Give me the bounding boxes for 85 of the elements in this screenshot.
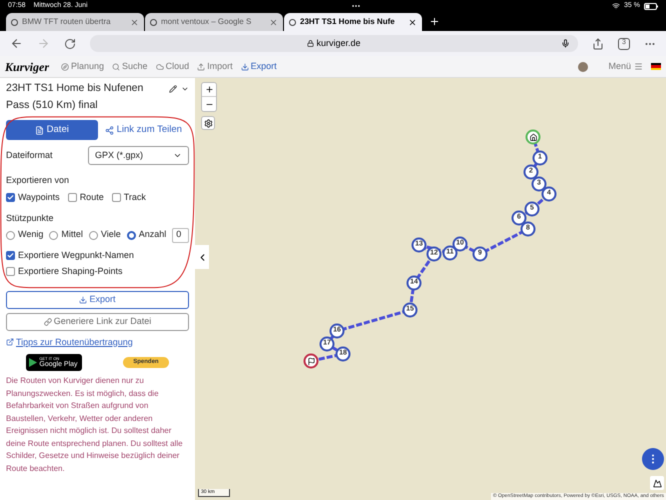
- nav-link[interactable]: Import: [197, 60, 233, 74]
- checkbox-label: Exportiere Wegpunkt-Namen: [18, 248, 134, 262]
- checkbox-label: Waypoints: [18, 190, 60, 204]
- avatar[interactable]: [578, 62, 588, 72]
- flag-icon: [307, 357, 315, 365]
- format-select[interactable]: GPX (*.gpx): [88, 146, 189, 165]
- radio-label: Anzahl: [138, 228, 166, 242]
- chevron-down-icon: [173, 151, 182, 160]
- file-icon: [34, 126, 44, 134]
- lock-icon: [307, 40, 314, 47]
- tab-title: BMW TFT routen übertra: [22, 16, 112, 28]
- fab-menu-button[interactable]: [642, 448, 664, 470]
- section-label: Exportieren von: [6, 174, 70, 187]
- back-icon[interactable]: [10, 37, 23, 50]
- checkbox[interactable]: [6, 250, 15, 260]
- radio-label: Wenig: [18, 228, 44, 242]
- share-icon[interactable]: [592, 38, 604, 50]
- link-icon: [44, 318, 52, 326]
- radio-button[interactable]: [88, 230, 98, 240]
- checkbox[interactable]: [6, 267, 15, 276]
- checkbox-label: Route: [80, 190, 104, 204]
- generate-link-button[interactable]: Generiere Link zur Datei: [6, 312, 189, 330]
- disclaimer-text: Die Routen von Kurviger dienen nur zu Planungszwecken. Es ist möglich, dass die Befahrbarkeit von Straßen aufgrund von Baustellen, Verkehr, Wetter oder anderen Ereignissen nicht möglich ist. Du solltest daher deine Route entsprechend planen. Du solltest alle Schilder, Gesetze und Hinweise bezüglich deiner Route beachten.: [6, 375, 184, 474]
- external-link-icon: [6, 338, 14, 346]
- panel-tab[interactable]: Link zum Teilen: [98, 120, 189, 140]
- count-field[interactable]: 0: [172, 228, 189, 242]
- checkbox-label: Exportiere Shaping-Points: [18, 265, 123, 278]
- browser-tab[interactable]: mont ventoux – Google S: [145, 13, 283, 31]
- cloud-icon: [156, 62, 164, 70]
- reload-icon[interactable]: [64, 38, 76, 50]
- wifi-icon: [612, 2, 620, 10]
- radio-label: Mittel: [61, 228, 83, 242]
- menu-icon: [634, 62, 643, 71]
- nav-link[interactable]: Export: [240, 60, 277, 74]
- download-icon: [79, 296, 88, 304]
- checkbox-label: Track: [124, 190, 146, 204]
- mic-icon[interactable]: [561, 39, 570, 48]
- export-button[interactable]: Export: [6, 290, 189, 308]
- tips-link[interactable]: Tipps zur Routenübertragung: [6, 336, 189, 349]
- terrain-button[interactable]: [650, 476, 664, 490]
- nav-link[interactable]: Suche: [112, 60, 148, 74]
- nav-link[interactable]: Planung: [61, 60, 104, 74]
- radio-button[interactable]: [6, 230, 15, 240]
- play-icon: [29, 358, 38, 367]
- home-icon: [529, 133, 537, 141]
- finish-marker[interactable]: [304, 354, 318, 368]
- site-icon: [11, 18, 18, 26]
- upload-icon: [197, 62, 206, 70]
- caret-icon[interactable]: [181, 85, 189, 93]
- browser-tab[interactable]: BMW TFT routen übertra: [6, 13, 144, 31]
- download-icon: [240, 62, 249, 70]
- menu-button[interactable]: Menü: [608, 60, 643, 74]
- logo[interactable]: Kurviger: [5, 58, 50, 76]
- panel-tab[interactable]: Datei: [6, 120, 98, 140]
- settings-button[interactable]: [201, 116, 215, 130]
- new-tab-icon[interactable]: [429, 16, 440, 27]
- radio-button[interactable]: [49, 230, 58, 240]
- url-text: kurviger.de: [316, 36, 361, 50]
- collapse-panel-button[interactable]: [195, 245, 209, 269]
- site-icon: [289, 18, 296, 26]
- search-icon: [112, 62, 120, 70]
- checkbox[interactable]: [112, 192, 121, 202]
- tab-title: mont ventoux – Google S: [161, 16, 252, 28]
- battery-icon: [644, 2, 658, 10]
- field-label: Dateiformat: [6, 148, 54, 162]
- pencil-icon[interactable]: [169, 85, 177, 93]
- home-marker[interactable]: [526, 130, 540, 144]
- share-icon: [104, 126, 114, 134]
- browser-tab[interactable]: 23HT TS1 Home bis Nufe: [284, 13, 422, 31]
- site-icon: [150, 18, 157, 26]
- checkbox[interactable]: [6, 192, 15, 202]
- section-label: Stützpunkte: [6, 212, 55, 225]
- nav-link[interactable]: Cloud: [156, 60, 190, 74]
- radio-button[interactable]: [126, 230, 136, 240]
- tab-title: 23HT TS1 Home bis Nufe: [300, 16, 396, 28]
- settings-icon: [204, 118, 212, 128]
- address-bar[interactable]: kurviger.de: [90, 35, 578, 52]
- plus-icon: [204, 85, 214, 94]
- radio-label: Viele: [100, 228, 121, 242]
- flag-icon[interactable]: [651, 63, 661, 70]
- checkbox[interactable]: [68, 192, 77, 202]
- route-title: 23HT TS1 Home bis Nufenen Pass (510 Km) final: [6, 81, 144, 113]
- mountain-icon: [652, 478, 662, 488]
- close-icon[interactable]: [408, 18, 417, 26]
- compass-icon: [61, 62, 70, 70]
